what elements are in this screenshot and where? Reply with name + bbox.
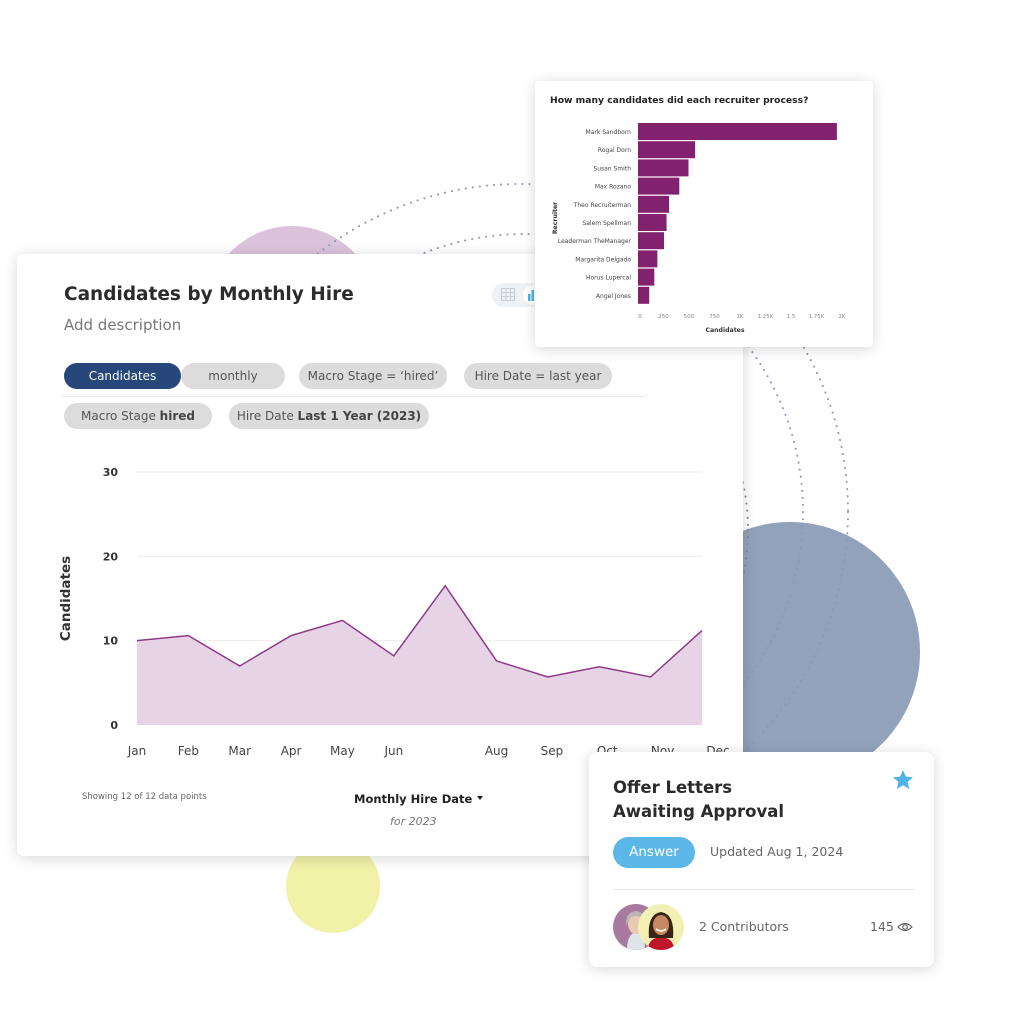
answer-badge[interactable]: Answer: [613, 837, 695, 868]
offer-letters-card[interactable]: Offer Letters Awaiting Approval Answer U…: [589, 752, 934, 967]
category-label: Theo Recruiterman: [573, 202, 631, 209]
x-axis-field-selector[interactable]: Monthly Hire Date: [354, 792, 484, 806]
x-tick-label: Sep: [541, 744, 564, 758]
x-tick-label: Mar: [228, 744, 251, 758]
offer-title-line2: Awaiting Approval: [613, 802, 785, 821]
x-tick-label: 1K: [736, 314, 743, 320]
person-avatar-icon: [648, 912, 674, 950]
y-axis-title: Recruiter: [552, 201, 559, 234]
x-axis-title: Candidates: [705, 327, 744, 334]
category-label: Max Rozano: [595, 184, 632, 191]
bar: [638, 177, 680, 195]
x-tick-label: 750: [709, 314, 720, 320]
y-tick-label: 10: [103, 635, 119, 648]
category-label: Rogal Dorn: [598, 147, 631, 154]
bar: [638, 214, 667, 231]
x-tick-label: Jun: [383, 744, 403, 758]
category-label: Angel Jones: [596, 293, 631, 300]
star-icon[interactable]: [891, 768, 915, 792]
category-label: Margarita Delgado: [575, 256, 631, 263]
contributors-count: 2 Contributors: [699, 919, 789, 934]
bar: [638, 159, 689, 177]
category-label: Leaderman TheManager: [558, 238, 632, 245]
x-tick-label: 1.25K: [758, 314, 774, 320]
x-tick-label: 0: [638, 314, 642, 320]
x-tick-label: Aug: [485, 744, 508, 758]
y-tick-label: 20: [103, 550, 119, 563]
offer-card-title: Offer Letters Awaiting Approval: [613, 776, 784, 824]
category-label: Mark Sandborn: [586, 129, 632, 136]
avatar: [638, 904, 684, 950]
category-label: Susan Smith: [593, 165, 631, 172]
x-tick-label: 500: [684, 314, 695, 320]
bar: [638, 141, 696, 159]
bar: [638, 195, 670, 213]
bar: [638, 250, 658, 268]
caret-down-icon: [477, 795, 484, 800]
x-tick-label: 2K: [838, 314, 845, 320]
y-axis-title: Candidates: [58, 556, 74, 641]
x-tick-label: May: [330, 744, 355, 758]
x-tick-label: Feb: [178, 744, 199, 758]
updated-timestamp: Updated Aug 1, 2024: [710, 844, 844, 859]
x-axis-subtitle: for 2023: [390, 815, 437, 828]
bar: [638, 286, 650, 304]
bar: [638, 232, 665, 250]
offer-title-line1: Offer Letters: [613, 778, 733, 797]
bar: [638, 268, 655, 286]
x-tick-label: 1.75K: [809, 314, 825, 320]
x-tick-label: 250: [658, 314, 669, 320]
bar: [638, 123, 837, 140]
category-label: Horus Lupercal: [586, 275, 631, 282]
category-label: Salem Spellman: [582, 220, 631, 227]
recruiter-bar-chart-card: How many candidates did each recruiter p…: [535, 81, 873, 347]
x-tick-label: Apr: [281, 744, 302, 758]
x-tick-label: 1.5: [787, 314, 796, 320]
y-tick-label: 0: [110, 719, 118, 732]
view-count: 145: [870, 919, 894, 934]
bar-chart: Mark Sandborn Rogal Dorn Susan Smith Max Ro…: [552, 123, 846, 334]
x-tick-label: Jan: [127, 744, 147, 758]
offer-divider: [613, 889, 915, 890]
x-axis-title: Monthly Hire Date: [354, 792, 473, 806]
data-points-note: Showing 12 of 12 data points: [82, 792, 207, 802]
y-tick-label: 30: [103, 466, 119, 479]
eye-icon: [897, 922, 913, 932]
